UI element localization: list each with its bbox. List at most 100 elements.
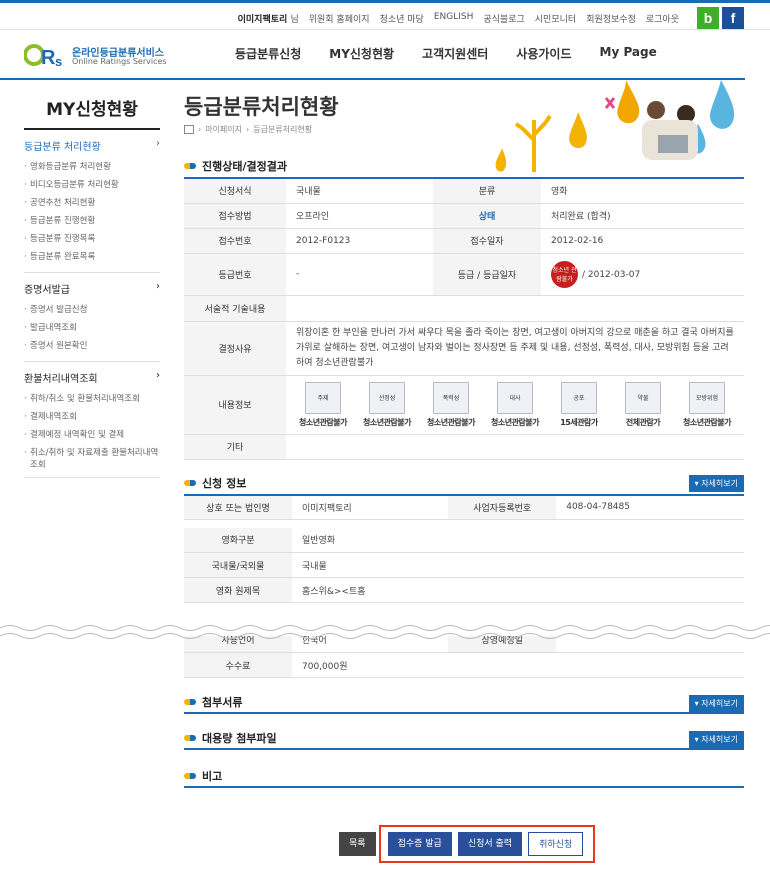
svg-text:s: s xyxy=(55,54,62,69)
lnb-item[interactable]: 등급분류 진행현황 xyxy=(24,212,160,230)
main-content: 등급분류처리현황 › 마이페이지 › 등급분류처리현황 진행상태/결정결과 신청서… xyxy=(184,90,744,788)
label: 결정사유 xyxy=(184,321,286,376)
label: 기타 xyxy=(184,434,286,460)
lnb-item[interactable]: 영화등급분류 처리현황 xyxy=(24,158,160,176)
horror-icon: 공포 xyxy=(561,381,597,414)
link-english[interactable]: ENGLISH xyxy=(429,12,479,25)
list-button[interactable]: 목록 xyxy=(339,832,376,856)
value: - xyxy=(286,253,433,296)
value: 408-04-78485 xyxy=(556,494,744,520)
more-button[interactable]: ▾ 자세히보기 xyxy=(688,695,744,712)
bullet-icon xyxy=(184,163,196,169)
value: 국내물 xyxy=(286,178,433,204)
gnb-my-status[interactable]: MY신청현황 xyxy=(329,45,394,62)
label: 영화 원제목 xyxy=(184,577,292,603)
cancel-request-button[interactable]: 취하신청 xyxy=(528,832,584,856)
lnb-head-cert[interactable]: 증명서발급 › xyxy=(24,281,160,296)
lnb-item[interactable]: 공연추천 처리현황 xyxy=(24,194,160,212)
value: 일반영화 xyxy=(292,527,744,553)
lnb-item[interactable]: 등급분류 진행목록 xyxy=(24,230,160,248)
link-blog[interactable]: 공식블로그 xyxy=(478,12,529,25)
gnb-guide[interactable]: 사용가이드 xyxy=(516,45,571,62)
sexuality-icon: 선정성 xyxy=(369,381,405,414)
chevron-right-icon: › xyxy=(156,281,160,292)
facebook-icon[interactable]: f xyxy=(722,7,744,29)
gnb-mypage[interactable]: My Page xyxy=(600,45,657,62)
top-links: 이미지팩토리 님 위원회 홈페이지 청소년 마당 ENGLISH 공식블로그 시… xyxy=(233,12,684,25)
breadcrumb: › 마이페이지 › 등급분류처리현황 xyxy=(184,124,744,135)
value: 오프라인 xyxy=(286,203,433,229)
content-rating-item: 폭력성 청소년관람불가 xyxy=(424,381,478,428)
gnb-support[interactable]: 고객지원센터 xyxy=(422,45,488,62)
link-monitor[interactable]: 시민모니터 xyxy=(530,12,581,25)
more-button[interactable]: ▾ 자세히보기 xyxy=(688,731,744,748)
content-rating-item: 약물 전체관람가 xyxy=(616,381,670,428)
value xyxy=(286,434,744,460)
receipt-button[interactable]: 접수증 발급 xyxy=(387,832,452,856)
header: R s 온라인등급분류서비스 Online Ratings Services 등… xyxy=(0,30,770,80)
lnb-section-cert: 증명서발급› 증명서 발급신청 발급내역조회 증명서 원본확인 xyxy=(24,273,160,362)
lnb-item[interactable]: 취하/취소 및 환불처리내역조회 xyxy=(24,390,160,408)
gnb-apply[interactable]: 등급분류신청 xyxy=(235,45,301,62)
value: 국내물 xyxy=(292,552,744,578)
breadcrumb-item[interactable]: 마이페이지 xyxy=(205,124,242,135)
breadcrumb-item: 등급분류처리현황 xyxy=(253,125,313,134)
label: 등급번호 xyxy=(184,253,286,296)
user-name: 이미지팩토리 님 xyxy=(237,15,299,25)
bullet-icon xyxy=(184,479,196,486)
value: 2012-F0123 xyxy=(286,228,433,254)
label: 접수번호 xyxy=(184,228,286,254)
grade-cell: 청소년 관람불가/ 2012-03-07 xyxy=(540,253,744,296)
lnb-head-refund[interactable]: 환불처리내역조회 › xyxy=(24,370,160,385)
link-committee[interactable]: 위원회 홈페이지 xyxy=(304,12,375,25)
link-edit-profile[interactable]: 회원정보수정 xyxy=(581,12,641,25)
print-button[interactable]: 신청서 출력 xyxy=(457,832,523,856)
top-utility-bar: 이미지팩토리 님 위원회 홈페이지 청소년 마당 ENGLISH 공식블로그 시… xyxy=(0,0,770,30)
label: 국내물/국외물 xyxy=(184,552,292,578)
section-note-title: 비고 xyxy=(184,766,744,788)
lnb-section-refund: 환불처리내역조회› 취하/취소 및 환불처리내역조회 결제내역조회 결제예정 내… xyxy=(24,362,160,478)
svg-text:R: R xyxy=(41,47,56,69)
bullet-icon xyxy=(184,735,196,741)
site-logo[interactable]: R s 온라인등급분류서비스 Online Ratings Services xyxy=(24,41,174,71)
value: 700,000원 xyxy=(292,652,744,678)
label: 상호 또는 법인명 xyxy=(184,494,292,520)
lnb-item[interactable]: 결제내역조회 xyxy=(24,408,160,426)
home-icon[interactable] xyxy=(184,125,194,134)
content-rating-item: 대사 청소년관람불가 xyxy=(488,381,542,428)
rating-stamp-icon: 청소년 관람불가 xyxy=(550,260,578,288)
link-youth[interactable]: 청소년 마당 xyxy=(375,12,429,25)
content-icons-cell: 주제 청소년관람불가 선정성 청소년관람불가 폭력성 청소년관람불가 대사 청소년관람불… xyxy=(286,375,744,435)
content-rating-item: 주제 청소년관람불가 xyxy=(296,381,350,428)
chevron-right-icon: › xyxy=(156,138,160,149)
value: 이미지팩토리 xyxy=(292,494,449,520)
lnb-item[interactable]: 증명서 원본확인 xyxy=(24,337,160,355)
theme-icon: 주제 xyxy=(305,381,341,414)
label: 상태 xyxy=(432,203,541,229)
lnb-item[interactable]: 비디오등급분류 처리현황 xyxy=(24,176,160,194)
imitation-icon: 모방위험 xyxy=(689,381,725,414)
lnb-item[interactable]: 증명서 발급신청 xyxy=(24,301,160,319)
lnb-item[interactable]: 결제예정 내역확인 및 결제 xyxy=(24,426,160,444)
lnb-head-status[interactable]: 등급분류 처리현황 › xyxy=(24,138,160,153)
label: 서술적 기술내용 xyxy=(184,295,286,322)
more-button[interactable]: ▾ 자세히보기 xyxy=(688,474,744,492)
chevron-right-icon: › xyxy=(156,370,160,381)
value xyxy=(286,295,744,322)
global-nav: 등급분류신청 MY신청현황 고객지원센터 사용가이드 My Page xyxy=(235,45,657,62)
lnb-item[interactable]: 취소/취하 및 자료제출 환불처리내역조회 xyxy=(24,444,160,471)
bullet-icon xyxy=(184,699,196,705)
value: 처리완료 (합격) xyxy=(540,203,744,229)
lnb-item[interactable]: 발급내역조회 xyxy=(24,319,160,337)
blog-b-icon[interactable]: b xyxy=(697,7,719,29)
section-attach-title: 첨부서류 ▾ 자세히보기 xyxy=(184,692,744,714)
label: 수수료 xyxy=(184,652,292,678)
page-title: 등급분류처리현황 xyxy=(184,95,339,119)
link-logout[interactable]: 로그아웃 xyxy=(641,12,684,25)
section-status-title: 진행상태/결정결과 xyxy=(184,155,744,177)
content-rating-item: 모방위험 청소년관람불가 xyxy=(680,381,734,428)
lnb-item[interactable]: 등급분류 완료목록 xyxy=(24,248,160,266)
status-table: 신청서식 국내물 분류 영화 접수방법 오프라인 상태 처리완료 (합격) 접수번호 2012… xyxy=(184,177,744,460)
section-bigfile-title: 대용량 첨부파일 ▾ 자세히보기 xyxy=(184,728,744,750)
label: 등급 / 등급일자 xyxy=(432,253,541,296)
